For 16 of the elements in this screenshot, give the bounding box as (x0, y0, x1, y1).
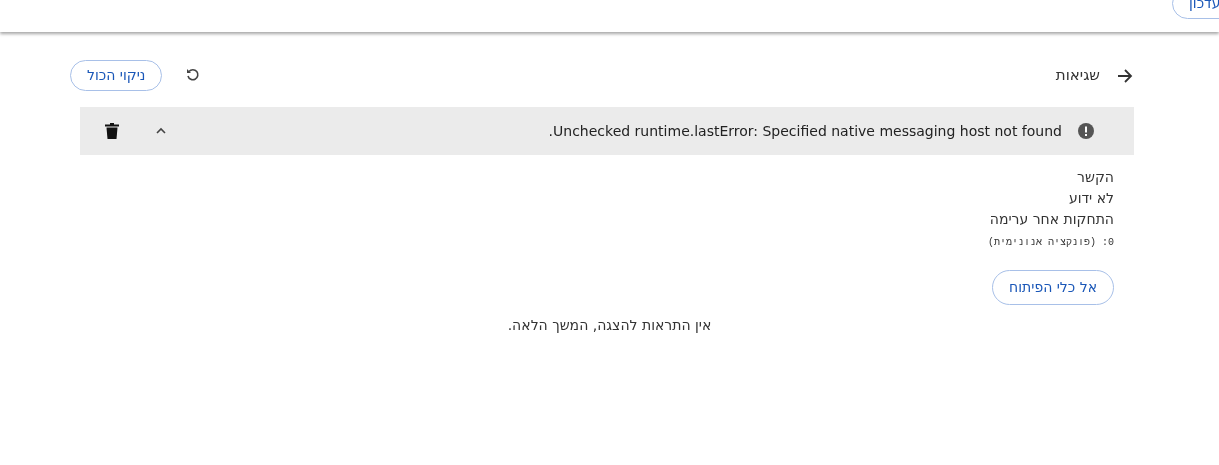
status-text: אין התראות להצגה, המשך הלאה. (507, 316, 712, 333)
delete-icon[interactable] (105, 123, 119, 139)
error-message: Unchecked runtime.lastError: Specified native messaging host not found. (548, 121, 1062, 141)
devtools-button[interactable]: אל כלי הפיתוח (992, 270, 1114, 305)
collapse-chevron-icon[interactable] (155, 127, 167, 135)
error-row[interactable]: Unchecked runtime.lastError: Specified native messaging host not found. (80, 107, 1134, 155)
stack-trace-line: 0: (פונקציה אנונימית) (987, 236, 1114, 250)
refresh-icon[interactable] (186, 68, 201, 83)
update-button[interactable]: עדכון (1172, 0, 1219, 19)
back-arrow-icon[interactable] (1116, 66, 1134, 85)
section-heading: התחקות אחר ערימה (989, 211, 1114, 227)
warning-icon (1078, 123, 1094, 139)
section-heading: הקשר (1077, 169, 1114, 185)
page-title: שגיאות (1055, 65, 1100, 87)
context-value: לא ידוע (1068, 190, 1114, 206)
clear-all-button[interactable]: ניקוי הכול (70, 60, 163, 91)
